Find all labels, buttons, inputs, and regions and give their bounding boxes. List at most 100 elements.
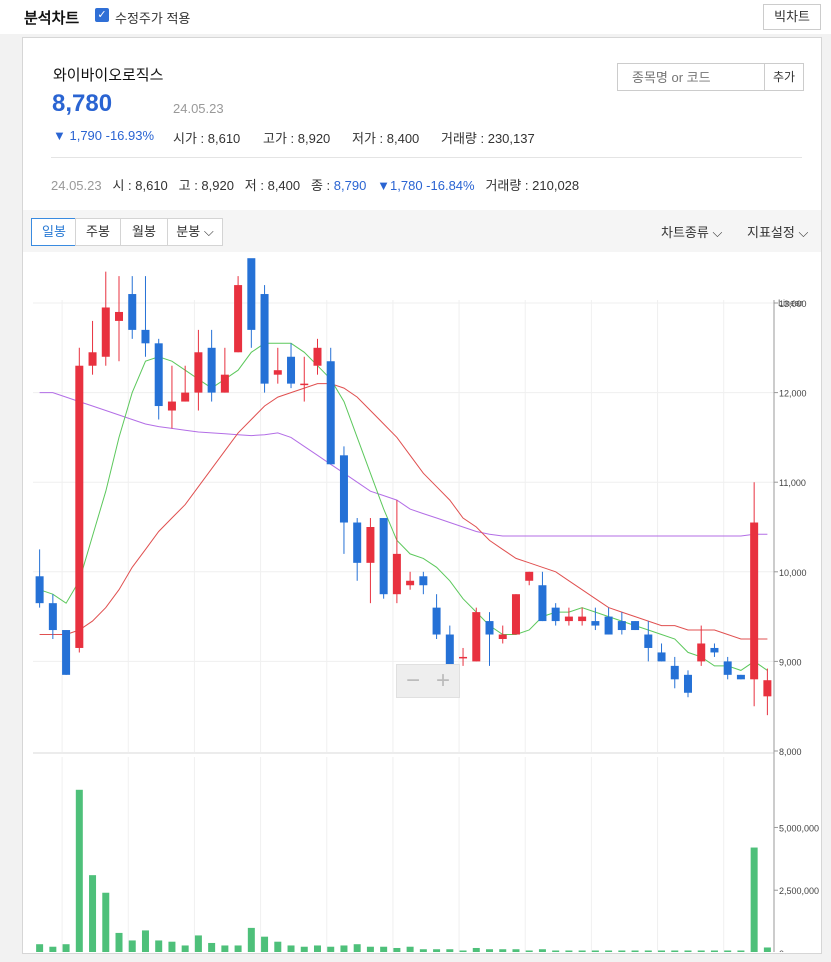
volume-bar [618, 950, 626, 952]
volume-bar [658, 950, 666, 952]
volume-bar [300, 946, 308, 952]
candle-body [538, 585, 547, 622]
volume-bar [684, 950, 692, 952]
volume-bar [115, 932, 123, 952]
volume-bar [538, 949, 546, 952]
stock-name: 와이바이오로직스 [53, 67, 164, 84]
candle-date: 24.05.23 [51, 178, 102, 193]
volume-bar [552, 950, 560, 952]
candle-body [194, 352, 203, 393]
volume-bar [141, 930, 149, 952]
price-tick-label: 11,000 [779, 478, 806, 488]
candle-body [353, 522, 362, 563]
volume-bar [274, 941, 282, 952]
candle-body [366, 527, 375, 563]
candle-body [683, 674, 692, 693]
candle-body [101, 307, 110, 357]
candle-body [445, 634, 454, 666]
candle-body [48, 603, 57, 631]
volume-bar [525, 950, 533, 952]
candle-body [617, 621, 626, 631]
candle-body [670, 665, 679, 680]
big-chart-button[interactable]: 빅차트 [763, 4, 821, 30]
candle-body [339, 455, 348, 523]
volume-bar [261, 936, 269, 952]
adjusted-price-label[interactable]: 수정주가 적용 [115, 8, 190, 27]
candle-body [485, 621, 494, 635]
volume-bar [710, 950, 718, 952]
chart-type-dropdown[interactable]: 차트종류 ⌵ [661, 222, 722, 241]
volume-bar [446, 949, 454, 952]
candle-body [300, 383, 309, 386]
volume-bar [62, 944, 70, 952]
volume-bar [89, 875, 97, 952]
volume-bar [36, 944, 44, 952]
volume-bar [393, 947, 401, 952]
indicator-settings-dropdown[interactable]: 지표설정 ⌵ [747, 222, 808, 241]
candle-body [35, 576, 44, 604]
high-price: 고가 : 8,920 [263, 131, 331, 146]
candle-body [432, 607, 441, 635]
volume-tick-label: 5,000,000 [779, 823, 819, 833]
candle-body [750, 522, 759, 680]
adjusted-price-checkbox[interactable]: ✓ [95, 8, 109, 22]
volume-bar [697, 950, 705, 952]
volume-bar [750, 847, 758, 952]
volume-bar [181, 945, 189, 952]
price-tick-label: 10,000 [779, 568, 807, 578]
volume-bar [671, 950, 679, 952]
candle-body [88, 352, 97, 366]
candle-body [234, 285, 243, 353]
tab-minute[interactable]: 분봉 ⌵ [167, 218, 223, 246]
volume-tick-label: 2,500,000 [779, 886, 819, 896]
zoom-in-button[interactable]: + [428, 667, 458, 695]
stock-search-box[interactable] [617, 63, 765, 91]
candle-body [154, 343, 163, 407]
volume-bar [380, 946, 388, 952]
candle-body [472, 612, 481, 662]
candlestick-chart[interactable]: Linear8,0009,00010,00011,00012,00013,000… [23, 252, 821, 952]
price-tick-label: 13,000 [779, 299, 807, 309]
candle-body [710, 647, 719, 653]
candle-body [128, 294, 137, 330]
candle-body [459, 656, 468, 659]
volume-bar [327, 946, 335, 952]
volume-bar [737, 950, 745, 952]
zoom-out-button[interactable]: − [398, 667, 428, 695]
volume-bar [512, 949, 520, 952]
tab-monthly[interactable]: 월봉 [120, 218, 168, 246]
candle-body [525, 571, 534, 581]
period-tab-bar: 일봉 주봉 월봉 분봉 ⌵ 차트종류 ⌵ 지표설정 ⌵ [23, 210, 821, 252]
candle-body [313, 347, 322, 366]
current-price: 8,780 [52, 90, 113, 117]
candle-body [220, 374, 229, 393]
trade-volume: 거래량 : 230,137 [441, 131, 535, 146]
tab-weekly[interactable]: 주봉 [75, 218, 121, 246]
zoom-control: − + [396, 664, 460, 698]
candle-body [564, 616, 573, 622]
candle-body [511, 594, 520, 635]
volume-bar [353, 944, 361, 952]
tab-daily[interactable]: 일봉 [31, 218, 77, 246]
volume-bar [155, 940, 163, 952]
candle-body [379, 518, 388, 595]
volume-bar [578, 950, 586, 952]
volume-bar [221, 945, 229, 952]
divider [51, 157, 802, 158]
stock-search-input[interactable] [630, 69, 764, 86]
volume-bar [313, 945, 321, 952]
candle-body [406, 580, 415, 586]
candle-body [419, 576, 428, 586]
volume-bar [724, 950, 732, 952]
candle-close-label: 종 : [310, 178, 334, 193]
candle-body [167, 401, 176, 411]
add-stock-button[interactable]: 추가 [764, 63, 804, 91]
candle-body [62, 630, 71, 675]
volume-bar [287, 945, 295, 952]
candle-body [207, 347, 216, 393]
candle-body [657, 652, 666, 662]
candle-info-row: 24.05.23 시 : 8,610 고 : 8,920 저 : 8,400 종… [51, 175, 579, 194]
candle-body [75, 365, 84, 648]
candle-body [247, 258, 256, 330]
candle-body [287, 356, 296, 384]
